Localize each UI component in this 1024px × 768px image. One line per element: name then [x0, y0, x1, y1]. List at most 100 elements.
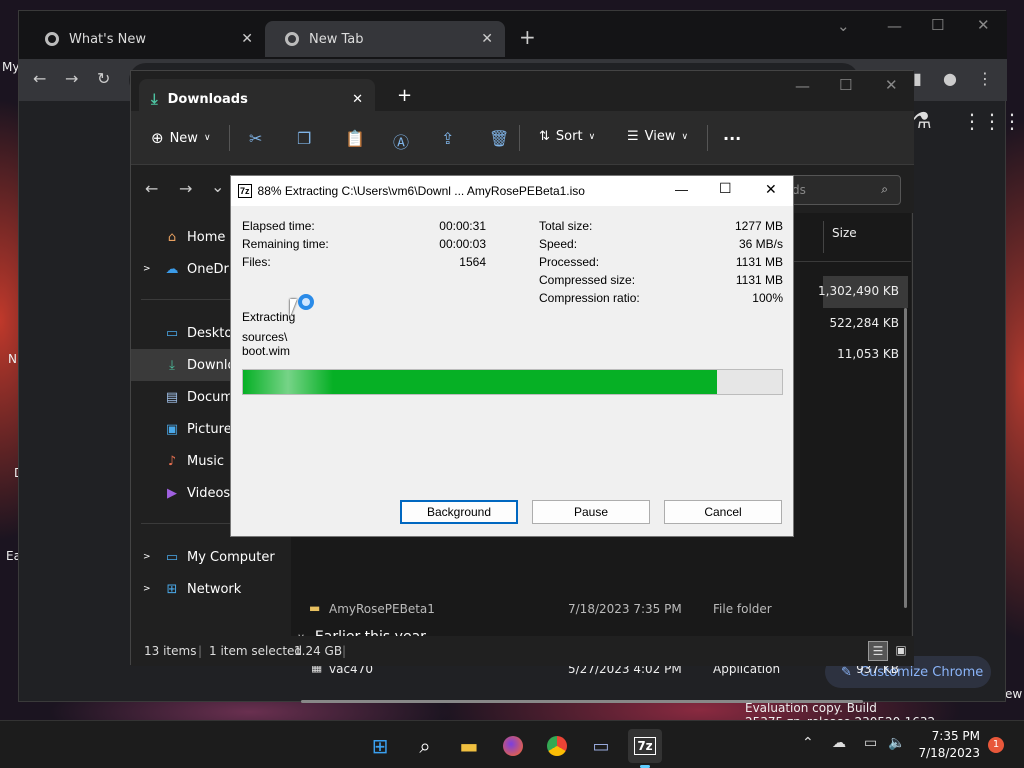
minimize-icon[interactable]: —	[675, 182, 688, 197]
forward-icon[interactable]: →	[65, 69, 78, 88]
copy-icon[interactable]: ❐	[297, 129, 311, 148]
close-window-icon[interactable]: ✕	[765, 181, 777, 198]
selected-count: 1 item selected	[209, 644, 303, 658]
new-tab-button[interactable]: +	[519, 25, 536, 49]
forward-icon[interactable]: →	[179, 179, 192, 198]
pictures-icon: ▣	[165, 421, 179, 437]
maximize-icon[interactable]: ☐	[719, 180, 732, 197]
taskbar-search-button[interactable]: ⌕	[408, 729, 442, 763]
close-tab-icon[interactable]: ✕	[241, 31, 253, 47]
start-button[interactable]: ⊞	[363, 729, 397, 763]
more-options-button[interactable]: ···	[723, 129, 741, 148]
elapsed-time-value: 00:00:31	[439, 219, 486, 233]
sort-button[interactable]: ⇅ Sort ∨	[539, 129, 595, 144]
expand-chevron-icon: >	[143, 584, 151, 594]
background-button[interactable]: Background	[400, 500, 518, 524]
explorer-new-tab-button[interactable]: +	[397, 85, 412, 106]
recent-locations-icon[interactable]: ⌄	[211, 177, 224, 196]
apps-grid-icon[interactable]: ⋮⋮⋮	[962, 109, 1022, 133]
taskbar-computer[interactable]: ▭	[584, 729, 618, 763]
processed-value: 1131 MB	[735, 255, 783, 269]
taskbar-firefox[interactable]	[496, 729, 530, 763]
taskbar-file-explorer[interactable]: ▬	[452, 729, 486, 763]
chrome-favicon-icon	[45, 32, 59, 46]
desktop-label: N	[8, 352, 17, 366]
details-view-icon[interactable]: ☰	[868, 641, 888, 661]
sidebar-item-my-computer[interactable]: > ▭ My Computer	[131, 541, 289, 573]
new-button[interactable]: ⊕ New ∨	[151, 129, 211, 147]
share-icon[interactable]: ⇪	[441, 129, 454, 148]
sort-icon: ⇅	[539, 129, 550, 144]
search-icon: ⌕	[881, 182, 888, 196]
windows-logo-icon: ⊞	[371, 734, 389, 758]
tab-search-icon[interactable]: ⌄	[837, 17, 850, 35]
onedrive-offline-icon[interactable]: ☁	[832, 735, 846, 751]
column-divider	[823, 221, 824, 253]
cut-icon[interactable]: ✂	[249, 129, 262, 148]
download-icon: ⤓	[151, 90, 158, 108]
horizontal-scrollbar[interactable]	[301, 700, 863, 703]
menu-icon[interactable]: ⋮	[977, 69, 993, 88]
pause-button[interactable]: Pause	[532, 500, 650, 524]
sidebar-item-network[interactable]: > ⊞ Network	[131, 573, 289, 605]
cancel-button[interactable]: Cancel	[664, 500, 782, 524]
selected-size: 1.24 GB	[294, 644, 343, 658]
view-button[interactable]: ☰ View ∨	[627, 129, 688, 144]
search-icon: ⌕	[419, 734, 431, 758]
volume-icon[interactable]: 🔈	[888, 735, 905, 751]
labs-icon[interactable]: ⚗	[912, 109, 932, 134]
close-window-icon[interactable]: ✕	[885, 76, 898, 94]
close-tab-icon[interactable]: ✕	[481, 31, 493, 47]
status-separator: |	[198, 644, 203, 658]
tiles-view-icon[interactable]: ▣	[891, 641, 911, 661]
files-label: Files:	[242, 255, 271, 269]
paste-icon[interactable]: 📋	[345, 129, 365, 148]
7zip-app-icon: 7z	[238, 184, 252, 198]
clock-time[interactable]: 7:35 PM	[920, 729, 980, 743]
search-placeholder: ds	[792, 183, 806, 197]
remaining-time-value: 00:00:03	[439, 237, 486, 251]
sidebar-label: Home	[187, 229, 226, 245]
vertical-scrollbar[interactable]	[904, 308, 907, 608]
side-panel-icon[interactable]: ▮	[913, 69, 922, 88]
status-bar: 13 items | 1 item selected 1.24 GB | ☰ ▣	[131, 636, 914, 666]
view-icon: ☰	[627, 129, 639, 144]
computer-icon: ▭	[592, 735, 610, 757]
close-window-icon[interactable]: ✕	[977, 16, 990, 34]
back-icon[interactable]: ←	[33, 69, 46, 88]
expand-chevron-icon: >	[143, 552, 151, 562]
minimize-icon[interactable]: —	[795, 77, 810, 95]
firefox-icon	[503, 736, 523, 756]
show-hidden-icons-icon[interactable]: ⌃	[802, 735, 814, 751]
tab-label: What's New	[69, 31, 146, 47]
table-row[interactable]: ▬ AmyRosePEBeta1 7/18/2023 7:35 PM File …	[291, 599, 911, 621]
minimize-icon[interactable]: —	[887, 17, 902, 35]
maximize-icon[interactable]: ☐	[931, 16, 944, 34]
compressed-size-label: Compressed size:	[539, 273, 636, 287]
reload-icon[interactable]: ↻	[97, 69, 110, 88]
column-header-size[interactable]: Size	[832, 226, 857, 240]
folder-icon: ▬	[459, 734, 479, 758]
maximize-icon[interactable]: ☐	[839, 76, 852, 94]
clock-date[interactable]: 7/18/2023	[910, 746, 980, 760]
profile-icon[interactable]: ●	[943, 69, 957, 88]
delete-icon[interactable]: 🗑	[489, 129, 509, 148]
network-icon[interactable]: ▭	[864, 735, 877, 751]
chrome-tab-whats-new[interactable]: What's New ✕	[25, 21, 265, 57]
chrome-tab-new-tab[interactable]: New Tab ✕	[265, 21, 505, 57]
notification-badge[interactable]: 1	[988, 737, 1004, 753]
taskbar-7zip[interactable]: 7z	[628, 729, 662, 763]
sidebar-label: Network	[187, 581, 242, 597]
music-icon: ♪	[167, 453, 177, 469]
chevron-down-icon: ∨	[681, 131, 689, 142]
busy-spinner-icon	[298, 294, 314, 310]
chrome-icon	[547, 736, 567, 756]
expand-chevron-icon: >	[143, 264, 151, 274]
videos-icon: ▶	[167, 485, 177, 501]
back-icon[interactable]: ←	[145, 179, 158, 198]
status-separator: |	[342, 644, 347, 658]
taskbar-chrome[interactable]	[540, 729, 574, 763]
close-tab-icon[interactable]: ✕	[352, 92, 363, 107]
rename-icon[interactable]: Ⓐ	[393, 129, 409, 153]
current-path-line-1: sources\	[242, 330, 288, 344]
